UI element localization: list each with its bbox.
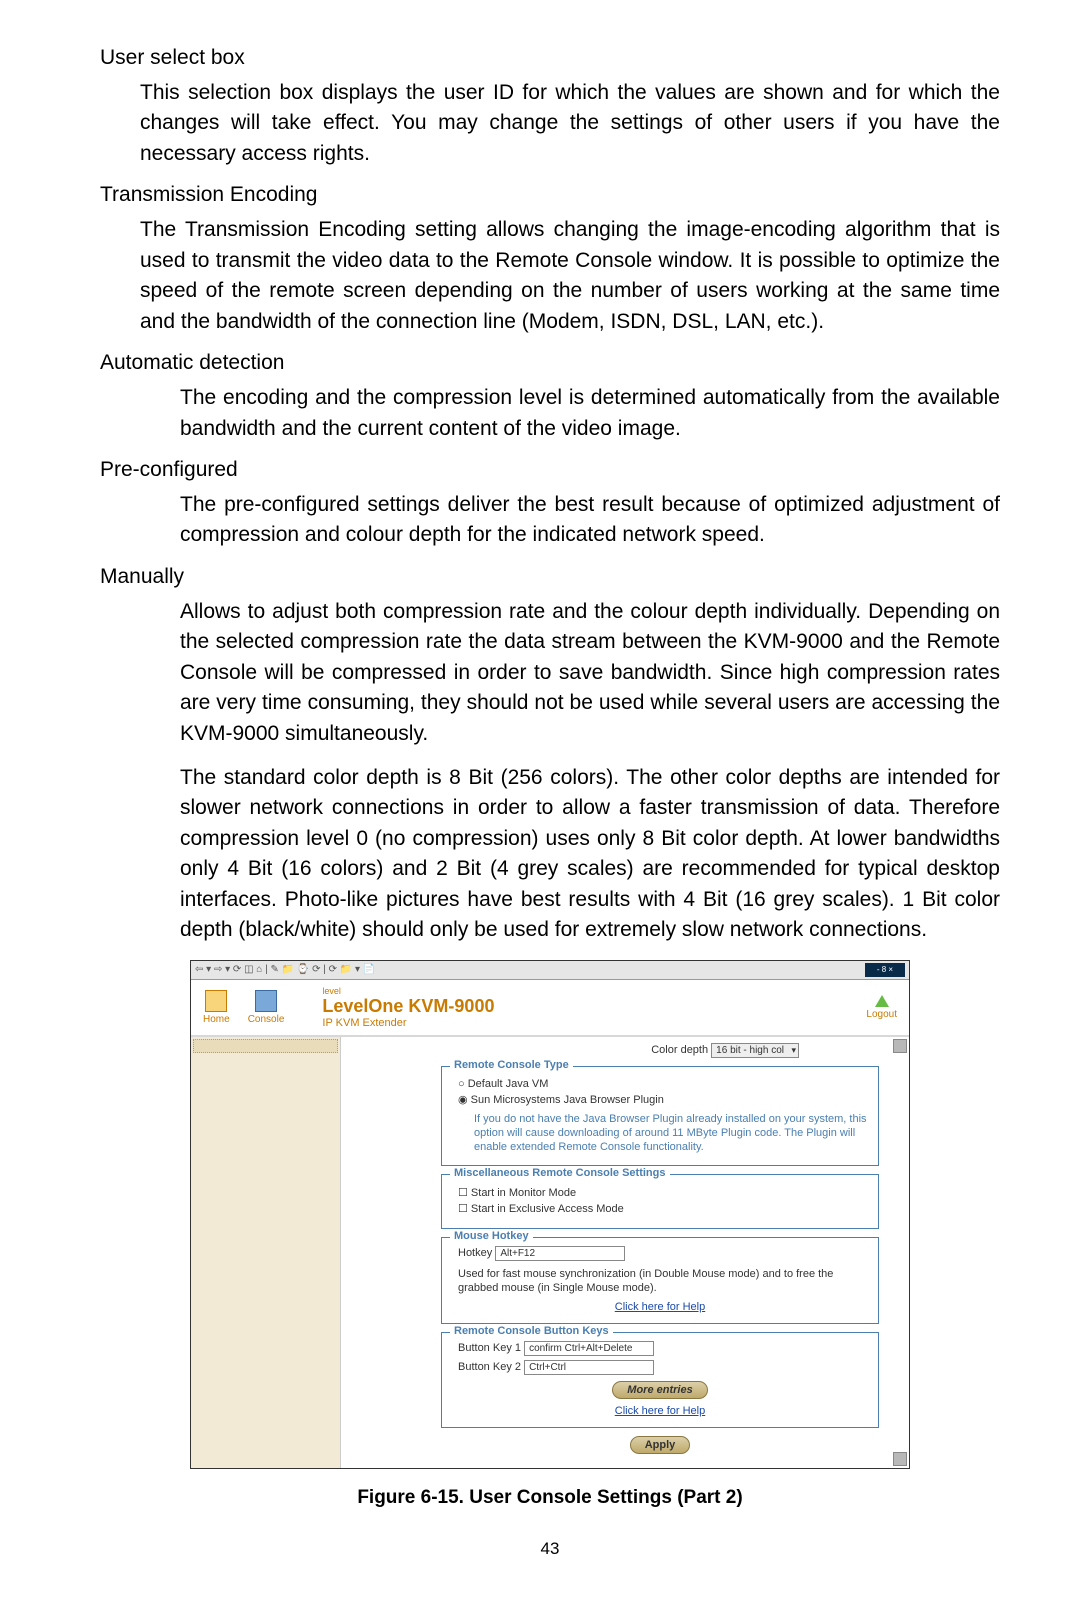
button-key2-label: Button Key 2 xyxy=(458,1361,521,1373)
app-header: Home Console level LevelOne KVM-9000 IP … xyxy=(191,980,909,1037)
button-key1-label: Button Key 1 xyxy=(458,1342,521,1354)
sidebar-node[interactable] xyxy=(193,1039,338,1053)
brand-small: level xyxy=(322,986,494,996)
heading-pre-configured: Pre-configured xyxy=(100,458,1000,482)
rct-info-text: If you do not have the Java Browser Plug… xyxy=(474,1112,868,1155)
color-depth-label: Color depth xyxy=(651,1044,708,1056)
nav-console[interactable]: Console xyxy=(248,990,285,1025)
body-transmission-encoding: The Transmission Encoding setting allows… xyxy=(140,215,1000,337)
check-exclusive-mode-label: Start in Exclusive Access Mode xyxy=(471,1203,624,1215)
legend-misc-settings: Miscellaneous Remote Console Settings xyxy=(450,1167,670,1179)
legend-button-keys: Remote Console Button Keys xyxy=(450,1325,613,1337)
logout-icon xyxy=(875,995,889,1007)
button-keys-help-link[interactable]: Click here for Help xyxy=(452,1405,868,1417)
radio-sun-plugin[interactable]: ◉ Sun Microsystems Java Browser Plugin xyxy=(458,1093,868,1106)
radio-sun-plugin-label: Sun Microsystems Java Browser Plugin xyxy=(471,1094,664,1106)
figure-caption: Figure 6-15. User Console Settings (Part… xyxy=(100,1487,1000,1509)
check-monitor-mode-label: Start in Monitor Mode xyxy=(471,1187,576,1199)
embedded-screenshot: ⇦ ▾ ⇨ ▾ ⟳ ◫ ⌂ | ✎ 📁 ⌚ ⟳ | ⟳ 📁 ▾ 📄 - 8 × … xyxy=(190,960,910,1469)
legend-remote-console-type: Remote Console Type xyxy=(450,1059,573,1071)
body-manually-1: Allows to adjust both compression rate a… xyxy=(180,597,1000,749)
logout-button[interactable]: Logout xyxy=(866,995,897,1020)
toolbar-icons: ⇦ ▾ ⇨ ▾ ⟳ ◫ ⌂ | ✎ 📁 ⌚ ⟳ | ⟳ 📁 ▾ 📄 xyxy=(195,964,375,975)
heading-transmission-encoding: Transmission Encoding xyxy=(100,183,1000,207)
sidebar xyxy=(191,1037,341,1468)
scrollbar-down[interactable] xyxy=(893,1452,907,1466)
button-key2-input[interactable]: Ctrl+Ctrl xyxy=(524,1360,654,1375)
body-pre-configured: The pre-configured settings deliver the … xyxy=(180,490,1000,551)
legend-mouse-hotkey: Mouse Hotkey xyxy=(450,1230,533,1242)
button-key1-input[interactable]: confirm Ctrl+Alt+Delete xyxy=(524,1341,654,1356)
app-title: LevelOne KVM-9000 xyxy=(322,996,494,1017)
hotkey-help-link[interactable]: Click here for Help xyxy=(452,1301,868,1313)
nav-home-label: Home xyxy=(203,1014,230,1025)
hotkey-input[interactable]: Alt+F12 xyxy=(495,1246,625,1261)
page-number: 43 xyxy=(100,1539,1000,1559)
fieldset-remote-console-type: Remote Console Type ○ Default Java VM ◉ … xyxy=(441,1066,879,1166)
nav-console-label: Console xyxy=(248,1014,285,1025)
content-pane: Color depth 16 bit - high col Remote Con… xyxy=(341,1037,909,1468)
body-user-select-box: This selection box displays the user ID … xyxy=(140,78,1000,169)
fieldset-mouse-hotkey: Mouse Hotkey Hotkey Alt+F12 Used for fas… xyxy=(441,1237,879,1325)
fieldset-button-keys: Remote Console Button Keys Button Key 1 … xyxy=(441,1332,879,1428)
apply-button[interactable]: Apply xyxy=(630,1436,691,1454)
browser-toolbar: ⇦ ▾ ⇨ ▾ ⟳ ◫ ⌂ | ✎ 📁 ⌚ ⟳ | ⟳ 📁 ▾ 📄 - 8 × xyxy=(191,961,909,980)
check-exclusive-mode[interactable]: ☐ Start in Exclusive Access Mode xyxy=(458,1202,868,1215)
hotkey-info: Used for fast mouse synchronization (in … xyxy=(458,1267,868,1296)
check-monitor-mode[interactable]: ☐ Start in Monitor Mode xyxy=(458,1186,868,1199)
radio-default-java-label: Default Java VM xyxy=(468,1078,549,1090)
heading-automatic-detection: Automatic detection xyxy=(100,351,1000,375)
logout-label: Logout xyxy=(866,1009,897,1020)
color-depth-select[interactable]: 16 bit - high col xyxy=(711,1043,799,1058)
heading-manually: Manually xyxy=(100,565,1000,589)
body-automatic-detection: The encoding and the compression level i… xyxy=(180,383,1000,444)
heading-user-select-box: User select box xyxy=(100,46,1000,70)
console-icon xyxy=(255,990,277,1012)
more-entries-button[interactable]: More entries xyxy=(612,1381,707,1399)
radio-default-java[interactable]: ○ Default Java VM xyxy=(458,1078,868,1090)
app-subtitle: IP KVM Extender xyxy=(322,1017,494,1029)
fieldset-misc-settings: Miscellaneous Remote Console Settings ☐ … xyxy=(441,1174,879,1229)
scrollbar-up[interactable] xyxy=(893,1039,907,1053)
home-icon xyxy=(205,990,227,1012)
hotkey-label: Hotkey xyxy=(458,1247,492,1259)
window-controls[interactable]: - 8 × xyxy=(865,963,905,977)
body-manually-2: The standard color depth is 8 Bit (256 c… xyxy=(180,763,1000,946)
nav-home[interactable]: Home xyxy=(203,990,230,1025)
